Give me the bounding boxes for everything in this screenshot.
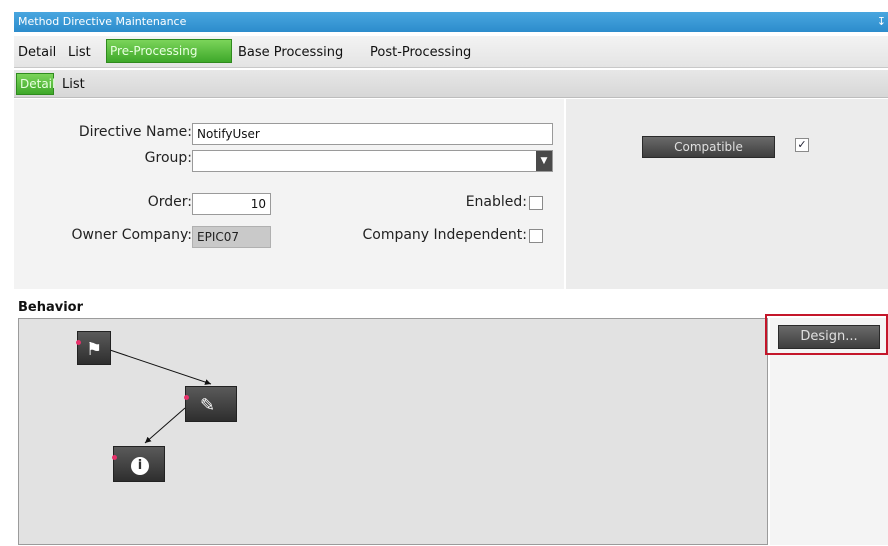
- workflow-node-start[interactable]: ⚑: [76, 331, 111, 365]
- connector-point: [76, 340, 81, 345]
- group-label: Group:: [144, 150, 192, 166]
- window-title-bar: Method Directive Maintenance ↧: [14, 12, 888, 32]
- sub-tab-strip: Detail List: [14, 70, 888, 98]
- subtab-list[interactable]: List: [62, 75, 85, 95]
- tab-pre-processing[interactable]: Pre-Processing: [106, 39, 232, 63]
- enabled-checkbox[interactable]: [529, 196, 543, 210]
- tab-detail[interactable]: Detail: [18, 43, 56, 63]
- compatibility-panel: Compatible ✓: [566, 99, 888, 289]
- chevron-down-icon[interactable]: ▼: [536, 151, 552, 171]
- directive-name-input[interactable]: NotifyUser: [192, 123, 553, 145]
- tab-post-processing[interactable]: Post-Processing: [370, 43, 471, 63]
- main-tab-strip: Detail List Pre-Processing Base Processi…: [14, 36, 888, 68]
- connector-point: [184, 395, 189, 400]
- connector-point: [112, 455, 117, 460]
- compatible-checkbox[interactable]: ✓: [795, 138, 809, 152]
- pin-icon[interactable]: ↧: [877, 12, 886, 32]
- connector-action-to-message: [144, 407, 186, 444]
- check-icon: ✓: [797, 138, 807, 151]
- window-title: Method Directive Maintenance: [18, 15, 187, 28]
- edit-icon: ✎: [200, 395, 216, 416]
- connector-start-to-action: [106, 348, 212, 385]
- company-independent-label: Company Independent:: [362, 227, 527, 243]
- subtab-detail[interactable]: Detail: [16, 73, 55, 95]
- flag-icon: ⚑: [86, 339, 103, 360]
- order-input[interactable]: 10: [192, 193, 271, 215]
- directive-form: Directive Name: NotifyUser Group: ▼ Orde…: [14, 99, 564, 289]
- workflow-node-message[interactable]: i: [112, 446, 165, 482]
- company-independent-checkbox[interactable]: [529, 229, 543, 243]
- workflow-node-action[interactable]: ✎: [184, 386, 237, 422]
- enabled-label: Enabled:: [465, 194, 527, 210]
- info-icon: i: [131, 457, 149, 475]
- tab-base-processing[interactable]: Base Processing: [238, 43, 343, 63]
- design-button-highlight: [765, 314, 888, 355]
- directive-name-label: Directive Name:: [78, 124, 192, 140]
- owner-company-field: EPIC07: [192, 226, 271, 248]
- compatible-button[interactable]: Compatible: [642, 136, 775, 158]
- tab-list[interactable]: List: [68, 43, 91, 63]
- workflow-connectors: [106, 348, 212, 444]
- order-label: Order:: [147, 194, 192, 210]
- behavior-label: Behavior: [18, 300, 84, 315]
- group-select[interactable]: [192, 150, 553, 172]
- owner-company-label: Owner Company:: [71, 227, 192, 243]
- workflow-canvas[interactable]: ⚑ ✎ i: [18, 318, 768, 545]
